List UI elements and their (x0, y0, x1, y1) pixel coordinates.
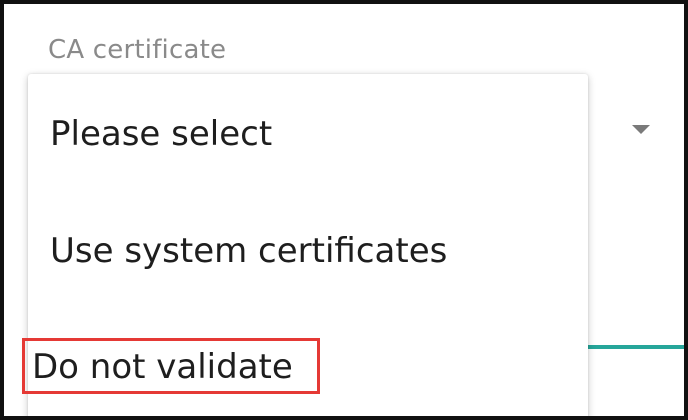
menu-item-please-select[interactable]: Please select (28, 74, 588, 182)
ca-certificate-label: CA certificate (48, 35, 227, 65)
highlight-box-do-not-validate[interactable]: Do not validate (22, 338, 320, 394)
menu-item-label: Please select (50, 114, 273, 154)
menu-item-label: Do not validate (32, 347, 293, 387)
arrow-drop-down-icon[interactable] (632, 125, 650, 134)
menu-item-label: Use system certificates (50, 231, 448, 271)
menu-item-use-system-certificates[interactable]: Use system certificates (28, 182, 588, 290)
ca-certificate-dialog: CA certificate Please select Use system … (0, 0, 688, 420)
